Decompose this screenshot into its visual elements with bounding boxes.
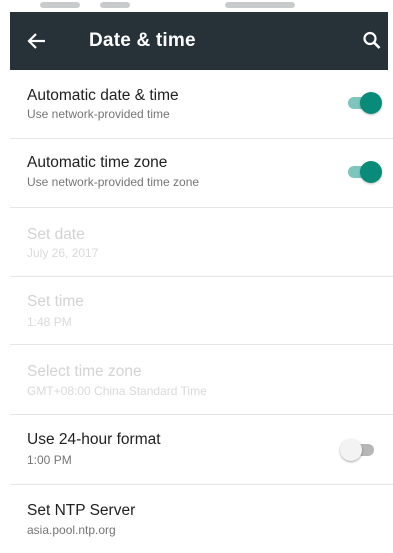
setting-summary: 1:48 PM [27, 315, 72, 329]
page-title: Date & time [89, 30, 196, 51]
setting-summary: Use network-provided time [27, 107, 170, 121]
automatic-date-time-toggle[interactable] [344, 92, 384, 114]
setting-set-ntp-server[interactable]: Set NTP Server asia.pool.ntp.org [10, 485, 393, 553]
automatic-time-zone-toggle[interactable] [344, 161, 384, 183]
setting-set-date: Set date July 26, 2017 [10, 208, 393, 277]
status-bar-fragment [225, 2, 295, 8]
setting-summary: asia.pool.ntp.org [27, 523, 116, 537]
setting-automatic-date-time[interactable]: Automatic date & time Use network-provid… [10, 70, 393, 139]
setting-title: Select time zone [27, 363, 142, 380]
use-24-hour-format-toggle[interactable] [340, 439, 380, 461]
setting-summary: Use network-provided time zone [27, 175, 200, 189]
setting-title: Set time [27, 293, 84, 310]
setting-set-time: Set time 1:48 PM [10, 277, 393, 345]
settings-list: Automatic date & time Use network-provid… [10, 70, 393, 553]
setting-use-24-hour-format[interactable]: Use 24-hour format 1:00 PM [10, 415, 393, 485]
status-bar [0, 0, 393, 12]
toggle-thumb [360, 92, 382, 114]
toggle-thumb [340, 439, 362, 461]
setting-summary: GMT+08:00 China Standard Time [27, 384, 207, 398]
setting-title: Automatic time zone [27, 154, 168, 171]
search-icon[interactable] [362, 30, 382, 52]
status-bar-fragment [40, 2, 80, 8]
setting-automatic-time-zone[interactable]: Automatic time zone Use network-provided… [10, 139, 393, 208]
setting-summary: 1:00 PM [27, 453, 72, 467]
setting-title: Set date [27, 226, 85, 243]
setting-title: Use 24-hour format [27, 431, 161, 448]
setting-select-time-zone: Select time zone GMT+08:00 China Standar… [10, 345, 393, 415]
status-bar-fragment [100, 2, 130, 8]
setting-title: Automatic date & time [27, 87, 179, 104]
arrow-back-icon[interactable] [24, 29, 50, 53]
setting-title: Set NTP Server [27, 502, 136, 519]
app-bar: Date & time [10, 12, 388, 70]
toggle-thumb [360, 161, 382, 183]
setting-summary: July 26, 2017 [27, 246, 99, 260]
